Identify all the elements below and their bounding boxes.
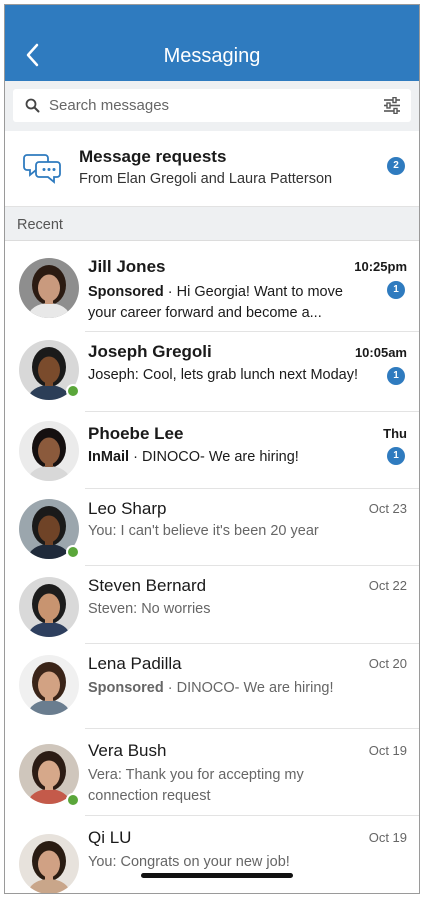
conversation-row[interactable]: Vera Bush Oct 19 Vera: Thank you for accep… xyxy=(5,729,419,816)
chat-bubbles-icon xyxy=(23,154,61,184)
requests-subtitle: From Elan Gregoli and Laura Patterson xyxy=(79,171,333,187)
conversation-row[interactable]: Steven Bernard Oct 22 Steven: No worries xyxy=(5,566,419,644)
contact-name: Joseph Gregoli xyxy=(88,342,212,361)
message-timestamp: Thu xyxy=(383,426,407,441)
message-preview: You: Congrats on your new job! xyxy=(88,852,369,873)
avatar[interactable] xyxy=(19,834,79,893)
message-tag: Sponsored xyxy=(88,680,164,696)
message-preview: Vera: Thank you for accepting my connect… xyxy=(88,765,369,807)
contact-name: Vera Bush xyxy=(88,741,167,760)
message-text: DINOCO- We are hiring! xyxy=(141,449,299,465)
message-preview: Steven: No worries xyxy=(88,599,369,620)
message-preview: Sponsored · DINOCO- We are hiring! xyxy=(88,678,369,699)
search-bar xyxy=(5,81,419,131)
tag-separator: · xyxy=(163,680,177,696)
contact-name: Lena Padilla xyxy=(88,654,182,673)
unread-badge: 1 xyxy=(387,281,405,299)
online-status-dot xyxy=(66,793,80,807)
conversation-row[interactable]: Leo Sharp Oct 23 You: I can't believe it's… xyxy=(5,489,419,566)
message-text: Vera: Thank you for accepting my connect… xyxy=(88,767,304,804)
contact-name: Phoebe Lee xyxy=(88,424,184,443)
message-timestamp: Oct 19 xyxy=(368,743,407,758)
message-timestamp: Oct 20 xyxy=(368,656,407,671)
message-timestamp: Oct 23 xyxy=(368,501,407,516)
conversation-row[interactable]: Jill Jones 10:25pm Sponsored · Hi Georgia!… xyxy=(5,241,419,332)
message-timestamp: Oct 19 xyxy=(368,830,407,845)
avatar[interactable] xyxy=(19,421,79,481)
search-icon xyxy=(25,98,40,113)
message-text: Steven: No worries xyxy=(88,601,211,617)
tag-separator: · xyxy=(163,284,177,300)
message-preview: InMail · DINOCO- We are hiring! xyxy=(88,447,369,468)
unread-badge: 1 xyxy=(387,447,405,465)
message-timestamp: 10:05am xyxy=(354,345,407,360)
section-label: Recent xyxy=(17,217,63,233)
search-input[interactable] xyxy=(49,89,349,122)
online-status-dot xyxy=(66,545,80,559)
message-timestamp: 10:25pm xyxy=(354,259,407,274)
requests-count-badge: 2 xyxy=(387,157,405,175)
message-text: Joseph: Cool, lets grab lunch next Moday… xyxy=(88,367,359,383)
conversation-row[interactable]: Lena Padilla Oct 20 Sponsored · DINOCO- We… xyxy=(5,644,419,729)
message-preview: You: I can't believe it's been 20 year xyxy=(88,521,369,542)
requests-title: Message requests xyxy=(79,147,227,166)
message-preview: Sponsored · Hi Georgia! Want to move you… xyxy=(88,282,369,324)
contact-name: Qi LU xyxy=(88,828,132,847)
message-text: You: Congrats on your new job! xyxy=(88,854,290,870)
online-status-dot xyxy=(66,384,80,398)
message-preview: Joseph: Cool, lets grab lunch next Moday… xyxy=(88,365,369,386)
search-box[interactable] xyxy=(13,89,411,122)
message-timestamp: Oct 22 xyxy=(368,578,407,593)
avatar[interactable] xyxy=(19,577,79,637)
tag-separator: · xyxy=(129,449,142,465)
unread-badge: 1 xyxy=(387,367,405,385)
sliders-icon[interactable] xyxy=(383,97,401,114)
conversation-row[interactable]: Qi LU Oct 19 You: Congrats on your new job… xyxy=(5,816,419,893)
conversation-row[interactable]: Joseph Gregoli 10:05am Joseph: Cool, lets … xyxy=(5,332,419,412)
message-text: DINOCO- We are hiring! xyxy=(176,680,334,696)
page-title: Messaging xyxy=(163,45,261,67)
home-indicator xyxy=(141,873,293,878)
avatar[interactable] xyxy=(19,655,79,715)
contact-name: Steven Bernard xyxy=(88,576,207,595)
contact-name: Jill Jones xyxy=(88,257,166,276)
section-header: Recent xyxy=(5,207,419,241)
conversation-row[interactable]: Phoebe Lee Thu InMail · DINOCO- We are hir… xyxy=(5,412,419,489)
message-text: You: I can't believe it's been 20 year xyxy=(88,523,319,539)
avatar[interactable] xyxy=(19,258,79,318)
message-tag: Sponsored xyxy=(88,284,164,300)
message-requests[interactable]: Message requests From Elan Gregoli and L… xyxy=(5,131,419,207)
app-frame: Messaging Message re xyxy=(4,4,420,894)
message-tag: InMail xyxy=(88,449,130,465)
app-header: Messaging xyxy=(5,5,419,81)
contact-name: Leo Sharp xyxy=(88,499,167,518)
